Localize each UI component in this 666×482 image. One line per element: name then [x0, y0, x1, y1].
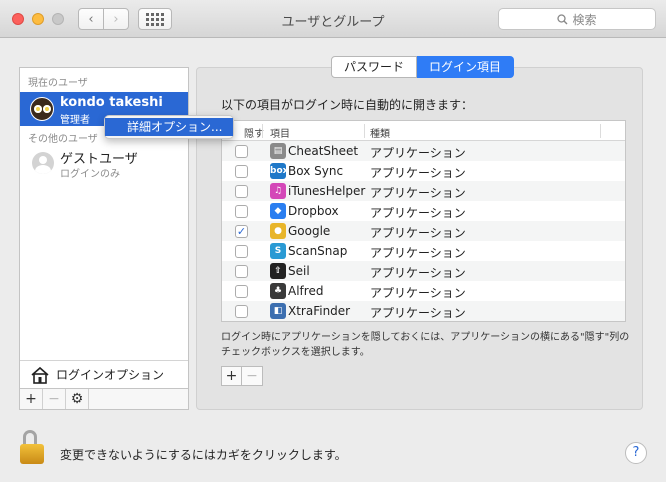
tab-password[interactable]: パスワード	[331, 56, 418, 78]
table-row[interactable]: ✓ ● Google アプリケーション	[222, 221, 625, 241]
column-header-kind[interactable]: 種類	[370, 125, 390, 140]
footer: 変更できないようにするにはカギをクリックします。 ?	[0, 418, 666, 482]
itunes-icon: ♫	[270, 183, 286, 199]
table-body: ▤ CheatSheet アプリケーション box Box Sync アプリケーション ♫ i…	[222, 141, 625, 321]
chevron-right-icon: ›	[113, 11, 119, 27]
table-row[interactable]: ♣ Alfred アプリケーション	[222, 281, 625, 301]
guest-avatar-icon	[32, 152, 54, 174]
table-row[interactable]: ♫ iTunesHelper アプリケーション	[222, 181, 625, 201]
zoom-window-button[interactable]	[52, 13, 64, 25]
alfred-icon: ♣	[270, 283, 286, 299]
item-name: Dropbox	[288, 204, 339, 218]
grid-icon	[146, 12, 164, 26]
hide-checkbox[interactable]	[235, 205, 248, 218]
hide-checkbox[interactable]	[235, 245, 248, 258]
box-sync-icon: box	[270, 163, 288, 179]
close-window-button[interactable]	[12, 13, 24, 25]
table-header: 隠す 項目 種類	[222, 121, 625, 141]
add-login-item-button[interactable]: +	[221, 366, 242, 386]
hide-hint-text: ログイン時にアプリケーションを隠しておくには、アプリケーションの横にある"隠す"…	[221, 332, 630, 358]
item-kind: アプリケーション	[370, 246, 466, 260]
user-list-toolbar: + − ⚙	[20, 388, 188, 409]
item-name: ScanSnap	[288, 244, 348, 258]
column-header-item[interactable]: 項目	[270, 125, 290, 140]
guest-user-role: ログインのみ	[60, 169, 120, 180]
advanced-options-menu-item[interactable]: 詳細オプション...	[105, 118, 233, 136]
item-kind: アプリケーション	[370, 206, 466, 220]
add-user-button[interactable]: +	[20, 389, 43, 409]
login-items-heading: 以下の項目がログイン時に自動的に開きます：	[221, 98, 474, 112]
user-name: kondo takeshi	[60, 95, 163, 110]
column-divider	[262, 124, 263, 138]
table-row[interactable]: ▤ CheatSheet アプリケーション	[222, 141, 625, 161]
cheatsheet-icon: ▤	[270, 143, 286, 159]
table-row[interactable]: S ScanSnap アプリケーション	[222, 241, 625, 261]
item-kind: アプリケーション	[370, 166, 466, 180]
remove-login-item-button[interactable]: −	[242, 366, 263, 386]
search-field[interactable]: 検索	[498, 8, 656, 30]
minimize-window-button[interactable]	[32, 13, 44, 25]
table-row[interactable]: box Box Sync アプリケーション	[222, 161, 625, 181]
hide-checkbox[interactable]	[235, 145, 248, 158]
lock-icon[interactable]	[20, 430, 44, 466]
title-bar: ‹ › ユーザとグループ 検索	[0, 0, 666, 38]
hide-checkbox[interactable]	[235, 285, 248, 298]
window-title: ユーザとグループ	[281, 15, 385, 30]
item-kind: アプリケーション	[370, 286, 466, 300]
item-kind: アプリケーション	[370, 146, 466, 160]
tab-bar: パスワード ログイン項目	[331, 56, 515, 78]
login-options-item[interactable]: ログインオプション	[20, 360, 188, 388]
item-name: Google	[288, 224, 331, 238]
item-kind: アプリケーション	[370, 306, 466, 320]
remove-user-button[interactable]: −	[43, 389, 66, 409]
item-name: Box Sync	[288, 164, 344, 178]
hide-checkbox[interactable]	[235, 185, 248, 198]
login-options-label: ログインオプション	[56, 368, 165, 382]
seil-icon: ⇧	[270, 263, 286, 279]
user-role: 管理者	[60, 115, 90, 126]
help-button[interactable]: ?	[625, 442, 647, 464]
table-row[interactable]: ◧ XtraFinder アプリケーション	[222, 301, 625, 321]
chevron-left-icon: ‹	[88, 11, 94, 27]
lock-instruction: 変更できないようにするにはカギをクリックします。	[60, 448, 347, 462]
column-divider	[600, 124, 601, 138]
item-kind: アプリケーション	[370, 226, 466, 240]
item-name: Alfred	[288, 284, 324, 298]
table-row[interactable]: ⇧ Seil アプリケーション	[222, 261, 625, 281]
context-menu: 詳細オプション...	[104, 115, 234, 139]
login-items-table: 隠す 項目 種類 ▤ CheatSheet アプリケーション box Box Sync ア…	[221, 120, 626, 322]
search-icon	[557, 13, 568, 24]
item-name: CheatSheet	[288, 144, 359, 158]
item-name: iTunesHelper	[288, 184, 366, 198]
google-chrome-icon: ●	[270, 223, 286, 239]
table-row[interactable]: ◆ Dropbox アプリケーション	[222, 201, 625, 221]
show-all-button[interactable]	[138, 8, 172, 30]
xtrafinder-icon: ◧	[270, 303, 286, 319]
current-users-label: 現在のユーザ	[28, 78, 88, 89]
other-users-label: その他のユーザ	[28, 134, 98, 145]
item-name: XtraFinder	[288, 304, 351, 318]
item-name: Seil	[288, 264, 310, 278]
item-kind: アプリケーション	[370, 266, 466, 280]
column-header-hide[interactable]: 隠す	[244, 125, 264, 140]
forward-button[interactable]: ›	[103, 8, 129, 30]
login-items-toolbar: + −	[221, 366, 263, 386]
hide-checkbox[interactable]	[235, 165, 248, 178]
dropbox-icon: ◆	[270, 203, 286, 219]
tab-login-items[interactable]: ログイン項目	[417, 56, 515, 78]
hide-checkbox[interactable]	[235, 305, 248, 318]
house-icon	[31, 366, 49, 384]
hide-checkbox[interactable]: ✓	[235, 225, 248, 238]
back-button[interactable]: ‹	[78, 8, 104, 30]
owl-avatar-icon	[30, 97, 54, 121]
item-kind: アプリケーション	[370, 186, 466, 200]
search-placeholder: 検索	[572, 12, 597, 27]
gear-icon[interactable]: ⚙	[66, 389, 89, 409]
column-divider	[364, 124, 365, 138]
hide-checkbox[interactable]	[235, 265, 248, 278]
scansnap-icon: S	[270, 243, 286, 259]
